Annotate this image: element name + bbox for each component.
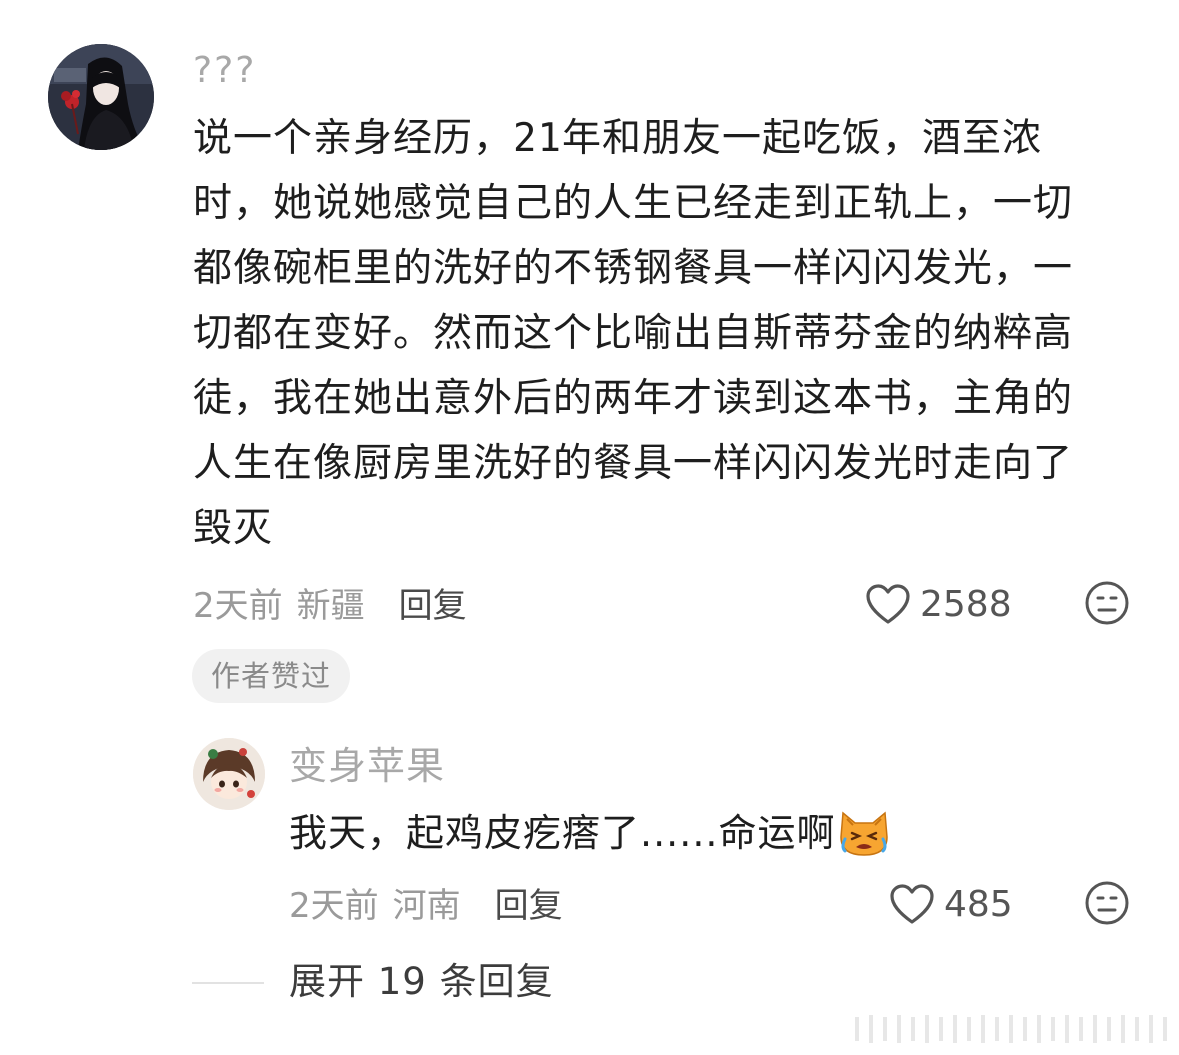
watermark-graphic bbox=[855, 1015, 1167, 1043]
reply-reply-button[interactable]: 回复 bbox=[495, 878, 563, 927]
heart-outline-icon[interactable] bbox=[864, 582, 912, 626]
author-liked-badge: 作者赞过 bbox=[192, 649, 351, 703]
commenter-avatar[interactable] bbox=[48, 44, 154, 150]
expand-divider bbox=[192, 982, 264, 984]
expand-replies-button[interactable]: 展开 19 条回复 bbox=[289, 958, 554, 1006]
like-count: 2588 bbox=[920, 583, 1012, 625]
heart-outline-icon[interactable] bbox=[888, 882, 936, 926]
reply-username[interactable]: 变身苹果 bbox=[289, 742, 445, 790]
crying-cat-emoji bbox=[840, 811, 889, 856]
comment-text: 说一个亲身经历，21年和朋友一起吃饭，酒至浓 时，她说她感觉自己的人生已经走到正… bbox=[193, 116, 1074, 551]
comment-meta: 2天前 新疆 回复 bbox=[193, 578, 467, 626]
meh-face-icon[interactable] bbox=[1084, 580, 1130, 626]
comment-time: 2天前 bbox=[193, 585, 283, 626]
reply-like-count: 485 bbox=[944, 883, 1013, 925]
reply-time: 2天前 bbox=[289, 885, 379, 926]
reply-meta: 2天前 河南 回复 bbox=[289, 878, 563, 926]
reply-text: 我天，起鸡皮疙瘩了......命运啊 bbox=[289, 811, 836, 855]
reply-button[interactable]: 回复 bbox=[399, 578, 467, 627]
commenter-username[interactable]: ??? bbox=[193, 48, 256, 94]
meh-face-icon[interactable] bbox=[1084, 880, 1130, 926]
reply-avatar[interactable] bbox=[193, 738, 265, 810]
reply-like-group: 485 bbox=[888, 880, 1013, 928]
reply-location: 河南 bbox=[392, 885, 461, 926]
like-group: 2588 bbox=[864, 580, 1012, 628]
comment-location: 新疆 bbox=[296, 585, 365, 626]
reply-text-row: 我天，起鸡皮疙瘩了......命运啊 bbox=[289, 804, 891, 862]
